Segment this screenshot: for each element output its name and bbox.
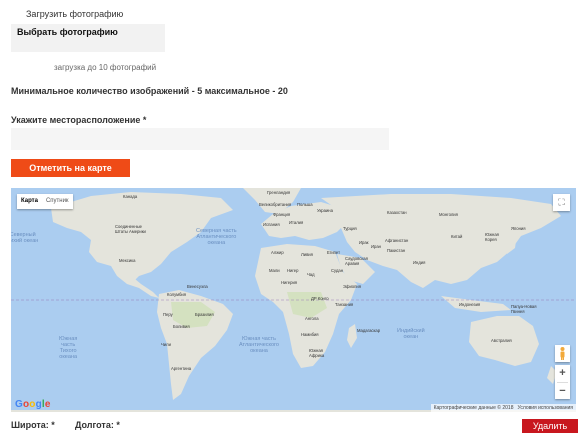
place-madagascar: Мадагаскар (357, 328, 381, 333)
place-sudan: Судан (331, 268, 344, 273)
map-type-map-tab[interactable]: Карта (17, 194, 42, 209)
ocean-indian: Индийский океан (397, 328, 425, 340)
place-saudi: Саудовская Аравия (345, 256, 368, 266)
ocean-south-pacific: Южная часть Тихого океана (59, 336, 78, 360)
place-tanzania: Танзания (335, 302, 354, 307)
location-input[interactable] (11, 128, 389, 150)
place-libya: Ливия (301, 252, 313, 257)
place-italy: Италия (289, 220, 304, 225)
place-brazil: Бразилия (195, 312, 214, 317)
map-attribution: Картографические данные © 2018 Условия и… (430, 404, 576, 412)
place-usa: Соединенные Штаты Америки (115, 224, 146, 234)
place-india: Индия (413, 260, 426, 265)
zoom-control: + − (555, 365, 570, 399)
place-south-africa: Южная Африка (309, 348, 325, 358)
place-venezuela: Венесуэла (187, 284, 208, 289)
place-angola: Ангола (305, 316, 319, 321)
upload-hint: загрузка до 10 фотографий (54, 63, 157, 72)
mark-on-map-button[interactable]: Отметить на карте (11, 159, 130, 177)
ocean-south-atlantic: Южная часть Атлантического океана (239, 336, 279, 354)
latitude-label: Широта: * (11, 420, 55, 430)
place-drc: ДР Конго (311, 296, 329, 301)
place-peru: Перу (163, 312, 173, 317)
place-uk: Великобритания (259, 202, 292, 207)
map[interactable]: Северная часть Атлантического океана Сев… (11, 188, 576, 412)
place-chad: Чад (307, 272, 315, 277)
place-papua: Папуа-Новая Гвинея (511, 304, 537, 314)
place-iran: Иран (371, 244, 381, 249)
place-afghanistan: Афганистан (385, 238, 409, 243)
place-algeria: Алжир (271, 250, 284, 255)
terms-of-use-link[interactable]: Условия использования (518, 404, 574, 412)
place-turkey: Турция (343, 226, 357, 231)
longitude-label: Долгота: * (75, 420, 120, 430)
madagascar-shape (347, 324, 357, 348)
place-ethiopia: Эфиопия (343, 284, 361, 289)
place-poland: Польша (297, 202, 313, 207)
place-spain: Испания (263, 222, 280, 227)
place-france: Франция (273, 212, 291, 217)
map-type-control: Карта Спутник (17, 194, 73, 209)
place-mexico: Мексика (119, 258, 136, 263)
place-egypt: Египет (327, 250, 341, 255)
place-japan: Япония (511, 226, 526, 231)
map-data-copyright: Картографические данные © 2018 (433, 405, 514, 411)
ocean-north-pacific: Северный Тихий океан (11, 232, 39, 244)
place-ukraine: Украина (317, 208, 333, 213)
ocean-north-atlantic: Северная часть Атлантического океана (196, 228, 237, 246)
images-count-rule: Минимальное количество изображений - 5 м… (11, 86, 288, 96)
place-pakistan: Пакистан (387, 248, 406, 253)
pegman-icon[interactable] (555, 345, 570, 362)
delete-button[interactable]: Удалить (522, 419, 578, 433)
place-namibia: Намибия (301, 332, 319, 337)
place-niger: Нигер (287, 268, 299, 273)
place-kazakhstan: Казахстан (387, 210, 407, 215)
zoom-out-button[interactable]: − (555, 383, 570, 400)
place-iraq: Ирак (359, 240, 369, 245)
place-argentina: Аргентина (171, 366, 192, 371)
upload-title: Загрузить фотографию (26, 9, 124, 19)
place-colombia: Колумбия (167, 292, 187, 297)
place-canada: Канада (123, 194, 138, 199)
place-nigeria: Нигерия (281, 280, 298, 285)
place-china: Китай (451, 234, 463, 239)
place-mongolia: Монголия (439, 212, 458, 217)
zoom-in-button[interactable]: + (555, 365, 570, 382)
pegman-glyph (560, 347, 565, 360)
place-bolivia: Боливия (173, 324, 190, 329)
place-greenland: Гренландия (267, 190, 291, 195)
location-label: Укажите месторасположение * (11, 115, 147, 125)
google-logo: Google (15, 399, 51, 410)
place-korea: Южная Корея (485, 232, 499, 242)
place-australia: Австралия (491, 338, 512, 343)
place-indonesia: Индонезия (459, 302, 481, 307)
place-chile: Чили (161, 342, 171, 347)
fullscreen-icon[interactable]: ⛶ (553, 194, 570, 211)
map-type-satellite-tab[interactable]: Спутник (42, 194, 73, 209)
choose-photo-button[interactable]: Выбрать фотографию (11, 24, 165, 52)
place-mali: Мали (269, 268, 280, 273)
